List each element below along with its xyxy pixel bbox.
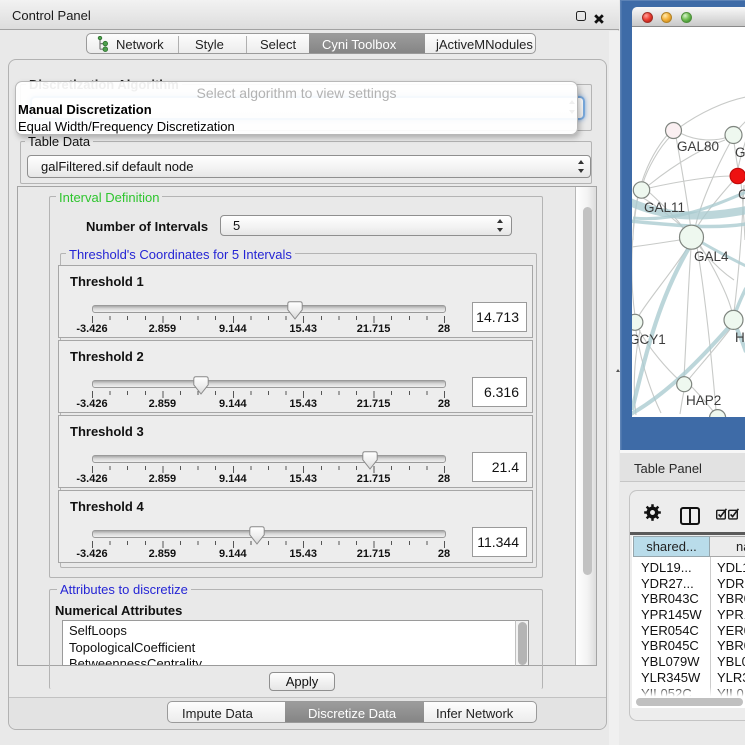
svg-text:GAL4: GAL4: [694, 249, 729, 264]
svg-text:C: C: [738, 187, 745, 202]
svg-text:GA: GA: [735, 145, 745, 160]
svg-text:GAL80: GAL80: [677, 139, 719, 154]
svg-text:H: H: [735, 330, 745, 345]
svg-text:GCY1: GCY1: [632, 332, 666, 347]
svg-text:HAP2: HAP2: [686, 393, 721, 408]
svg-text:GAL11: GAL11: [644, 200, 685, 215]
